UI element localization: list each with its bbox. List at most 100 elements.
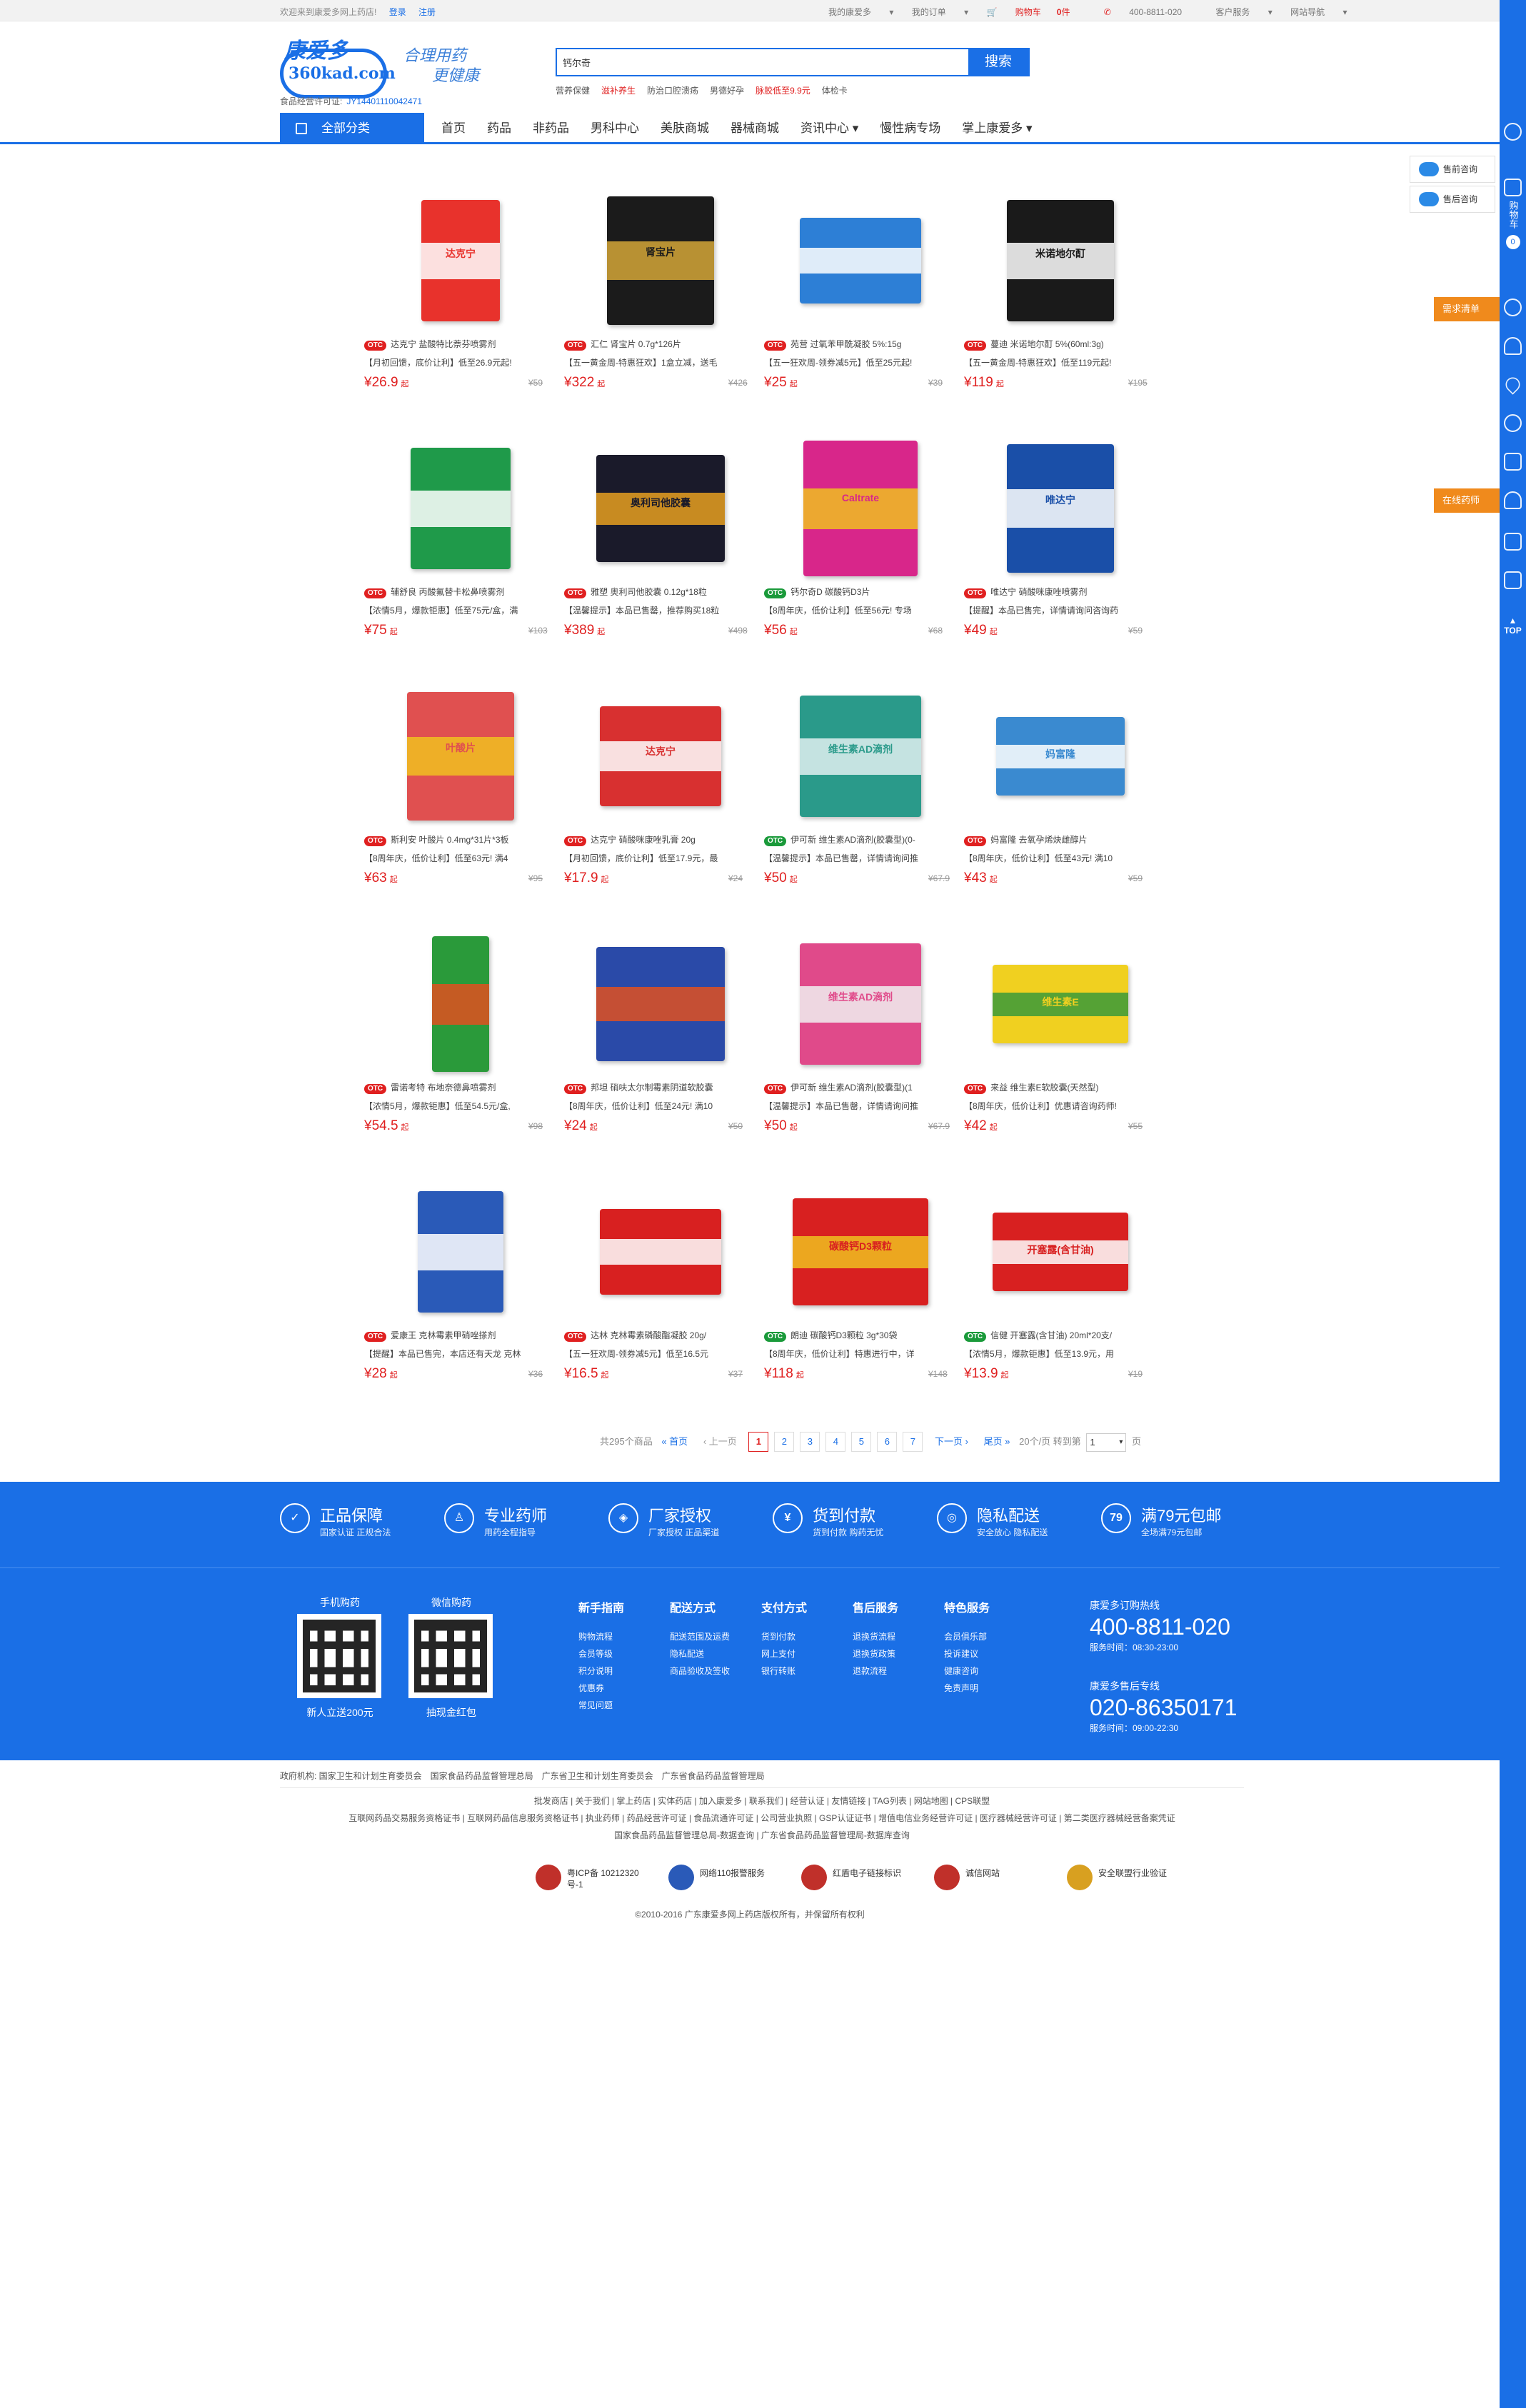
footer-link[interactable]: 货到付款 bbox=[761, 1628, 807, 1645]
all-categories-button[interactable]: 全部分类 bbox=[280, 113, 424, 144]
nav-item[interactable]: 男科中心 bbox=[591, 121, 639, 135]
demand-list-tab[interactable]: 需求清单 bbox=[1434, 297, 1500, 321]
search-input[interactable] bbox=[563, 54, 963, 70]
product-card[interactable]: 肾宝片 OTC 汇仁 肾宝片 0.7g*126片 【五一黄金周-特惠狂欢】1盒立减，送… bbox=[564, 168, 771, 411]
product-image[interactable]: 达克宁 bbox=[586, 678, 736, 821]
product-title[interactable]: OTC 苑营 过氧苯甲酰凝胶 5%:15g bbox=[764, 338, 960, 351]
footer-link[interactable]: 退款流程 bbox=[853, 1662, 898, 1680]
page-number[interactable]: 2 bbox=[774, 1432, 795, 1452]
product-card[interactable]: 开塞露(含甘油) OTC 信健 开塞露(含甘油) 20ml*20支/ 【浓情5月，爆款… bbox=[964, 1159, 1171, 1402]
product-title[interactable]: OTC 雅塑 奥利司他胶囊 0.12g*18粒 bbox=[564, 586, 761, 598]
product-image[interactable]: 维生素AD滴剂 bbox=[785, 925, 935, 1068]
footer-link[interactable]: 购物流程 bbox=[578, 1628, 624, 1645]
register-link[interactable]: 注册 bbox=[418, 7, 436, 17]
product-card[interactable]: 叶酸片 OTC 斯利安 叶酸片 0.4mg*31片*3板 【8周年庆，低价让利】低至6… bbox=[364, 663, 571, 906]
footer-link[interactable]: 退换货政策 bbox=[853, 1645, 898, 1662]
product-image[interactable]: 奥利司他胶囊 bbox=[586, 430, 736, 573]
gov-links[interactable]: 政府机构: 国家卫生和计划生育委员会 国家食品药品监督管理总局 广东省卫生和计划… bbox=[280, 1770, 1244, 1788]
online-pharmacist-tab[interactable]: 在线药师 bbox=[1434, 488, 1500, 513]
product-card[interactable]: 维生素E OTC 来益 维生素E软胶囊(天然型) 【8周年庆，低价让利】优惠请咨询药师… bbox=[964, 911, 1171, 1154]
nav-item[interactable]: 药品 bbox=[487, 121, 511, 135]
after-sale-consult-button[interactable]: 售后咨询 bbox=[1410, 186, 1495, 213]
product-title[interactable]: OTC 朗迪 碳酸钙D3颗粒 3g*30袋 bbox=[764, 1329, 960, 1342]
page-number[interactable]: 5 bbox=[851, 1432, 872, 1452]
nav-item[interactable]: 美肤商城 bbox=[661, 121, 709, 135]
footer-link[interactable]: 商品验收及签收 bbox=[670, 1662, 730, 1680]
product-title[interactable]: OTC 汇仁 肾宝片 0.7g*126片 bbox=[564, 338, 761, 351]
product-card[interactable]: 达克宁 OTC 达克宁 硝酸咪康唑乳膏 20g 【月初回馈，底价让利】低至17.9元，… bbox=[564, 663, 771, 906]
product-image[interactable]: 肾宝片 bbox=[586, 182, 736, 325]
product-title[interactable]: OTC 达林 克林霉素磷酸酯凝胶 20g/ bbox=[564, 1329, 761, 1342]
product-card[interactable]: OTC 爱康王 克林霉素甲硝唑搽剂 【提醒】本品已售完，本店还有天龙 克林 ¥28 起 ¥… bbox=[364, 1159, 571, 1402]
nav-item[interactable]: 资讯中心 ▾ bbox=[800, 121, 858, 135]
chat-icon[interactable] bbox=[1504, 123, 1522, 141]
product-card[interactable]: OTC 雷诺考特 布地奈德鼻喷雾剂 【浓情5月，爆款钜惠】低至54.5元/盒, ¥54… bbox=[364, 911, 571, 1154]
prev-page-link[interactable]: ‹ 上一页 bbox=[700, 1433, 741, 1453]
product-image[interactable] bbox=[586, 925, 736, 1068]
product-title[interactable]: OTC 爱康王 克林霉素甲硝唑搽剂 bbox=[364, 1329, 561, 1342]
my-orders-menu[interactable]: 我的订单 ▾ bbox=[912, 7, 968, 17]
goto-page-select[interactable]: 1 ▾ bbox=[1086, 1433, 1127, 1452]
hot-keyword[interactable]: 滋补养生 bbox=[601, 86, 636, 96]
product-image[interactable]: Caltrate bbox=[785, 430, 935, 576]
search-button[interactable]: 搜索 bbox=[968, 49, 1028, 75]
user-icon[interactable] bbox=[1504, 337, 1522, 355]
hot-keyword[interactable]: 营养保健 bbox=[556, 86, 590, 96]
trust-badge[interactable]: 红盾电子链接标识 bbox=[801, 1860, 923, 1895]
product-card[interactable]: Caltrate OTC 钙尔奇D 碳酸钙D3片 【8周年庆，低价让利】低至56元! … bbox=[764, 416, 971, 658]
product-title[interactable]: OTC 伊可新 维生素AD滴剂(胶囊型)(0- bbox=[764, 833, 960, 846]
next-page-link[interactable]: 下一页 › bbox=[931, 1433, 972, 1453]
product-title[interactable]: OTC 信健 开塞露(含甘油) 20ml*20支/ bbox=[964, 1329, 1160, 1342]
qrcode-icon[interactable] bbox=[1504, 571, 1522, 589]
product-image[interactable] bbox=[386, 925, 536, 1072]
nav-item[interactable]: 首页 bbox=[441, 121, 466, 135]
footer-link[interactable]: 会员等级 bbox=[578, 1645, 624, 1662]
trust-badge[interactable]: 诚信网站 bbox=[934, 1860, 1055, 1895]
footer-link[interactable]: 免责声明 bbox=[944, 1680, 990, 1697]
page-number[interactable]: 7 bbox=[903, 1432, 923, 1452]
product-card[interactable]: OTC 苑营 过氧苯甲酰凝胶 5%:15g 【五一狂欢周-领券减5元】低至25元起!… bbox=[764, 168, 971, 411]
login-link[interactable]: 登录 bbox=[389, 7, 406, 17]
product-card[interactable]: OTC 达林 克林霉素磷酸酯凝胶 20g/ 【五一狂欢周-领券减5元】低至16.5元… bbox=[564, 1159, 771, 1402]
cart2-icon[interactable] bbox=[1504, 453, 1522, 471]
page-number[interactable]: 1 bbox=[748, 1432, 769, 1452]
footer-link[interactable]: 健康咨询 bbox=[944, 1662, 990, 1680]
heart-icon[interactable] bbox=[1502, 374, 1523, 395]
product-image[interactable]: 达克宁 bbox=[386, 182, 536, 325]
footer-link[interactable]: 配送范围及运费 bbox=[670, 1628, 730, 1645]
product-title[interactable]: OTC 妈富隆 去氧孕烯炔雌醇片 bbox=[964, 833, 1160, 846]
history-icon[interactable] bbox=[1504, 414, 1522, 432]
hot-keyword[interactable]: 男德好孕 bbox=[710, 86, 744, 96]
product-title[interactable]: OTC 达克宁 盐酸特比萘芬喷雾剂 bbox=[364, 338, 561, 351]
footer-link[interactable]: 优惠券 bbox=[578, 1680, 624, 1697]
product-image[interactable]: 维生素E bbox=[985, 925, 1135, 1068]
product-image[interactable] bbox=[586, 1173, 736, 1316]
footer-link[interactable]: 常见问题 bbox=[578, 1697, 624, 1714]
sidebar-cart[interactable]: 购物车 0 bbox=[1500, 179, 1526, 249]
rmb-icon[interactable] bbox=[1504, 299, 1522, 316]
product-title[interactable]: OTC 斯利安 叶酸片 0.4mg*31片*3板 bbox=[364, 833, 561, 846]
back-to-top-button[interactable]: ▲ TOP bbox=[1500, 616, 1526, 636]
pharmacist-icon[interactable] bbox=[1504, 491, 1522, 509]
product-image[interactable]: 开塞露(含甘油) bbox=[985, 1173, 1135, 1316]
product-title[interactable]: OTC 邦坦 硝呋太尔制霉素阴道软胶囊 bbox=[564, 1081, 761, 1094]
page-number[interactable]: 4 bbox=[825, 1432, 846, 1452]
product-image[interactable]: 米诺地尔酊 bbox=[985, 182, 1135, 325]
my-kad-menu[interactable]: 我的康爱多 ▾ bbox=[828, 7, 893, 17]
site-logo[interactable]: 康爱多 360kad.com bbox=[280, 33, 396, 104]
product-title[interactable]: OTC 雷诺考特 布地奈德鼻喷雾剂 bbox=[364, 1081, 561, 1094]
nav-item[interactable]: 慢性病专场 bbox=[880, 121, 940, 135]
page-number[interactable]: 3 bbox=[800, 1432, 820, 1452]
trust-badge[interactable]: 网络110报警服务 bbox=[668, 1860, 790, 1895]
product-card[interactable]: 达克宁 OTC 达克宁 盐酸特比萘芬喷雾剂 【月初回馈，底价让利】低至26.9元起! ¥… bbox=[364, 168, 571, 411]
page-number[interactable]: 6 bbox=[877, 1432, 898, 1452]
product-title[interactable]: OTC 蔓迪 米诺地尔酊 5%(60ml:3g) bbox=[964, 338, 1160, 351]
product-image[interactable]: 妈富隆 bbox=[985, 678, 1135, 821]
product-image[interactable]: 唯达宁 bbox=[985, 430, 1135, 573]
hot-keyword[interactable]: 脉胶低至9.9元 bbox=[756, 86, 810, 96]
first-page-link[interactable]: « 首页 bbox=[658, 1433, 691, 1453]
footer-link[interactable]: 退换货流程 bbox=[853, 1628, 898, 1645]
hot-keyword[interactable]: 防治口腔溃疡 bbox=[647, 86, 698, 96]
product-card[interactable]: 碳酸钙D3颗粒 OTC 朗迪 碳酸钙D3颗粒 3g*30袋 【8周年庆，低价让利】特惠… bbox=[764, 1159, 971, 1402]
footer-link[interactable]: 隐私配送 bbox=[670, 1645, 730, 1662]
